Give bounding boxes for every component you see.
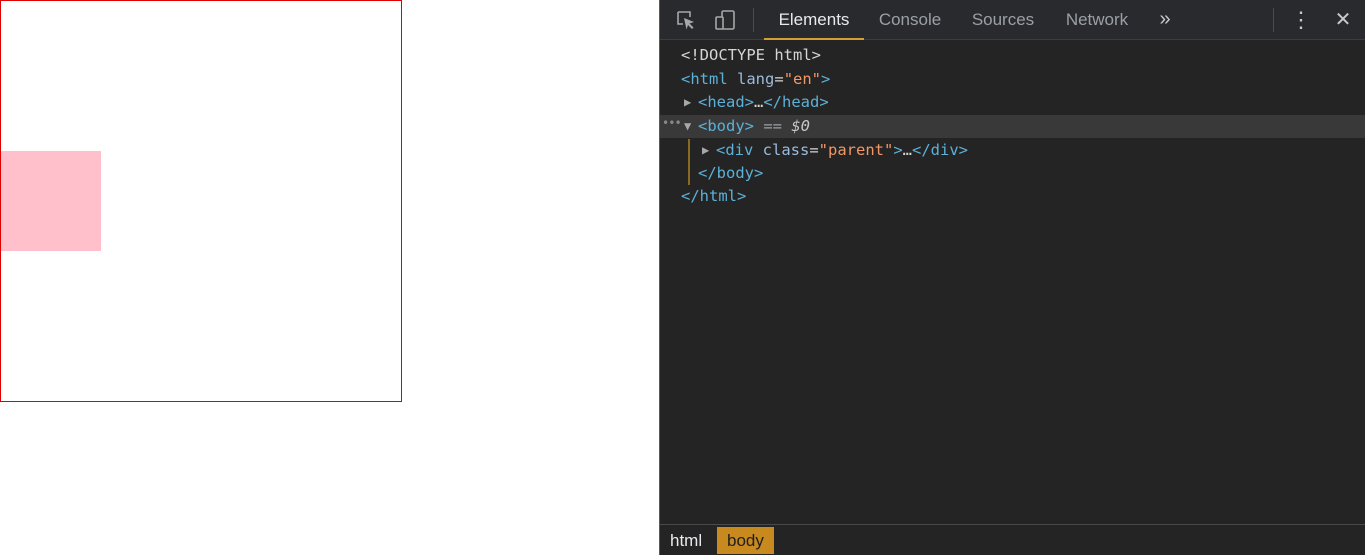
chevron-double-right-icon[interactable]: » (1150, 0, 1180, 40)
tab-elements[interactable]: Elements (764, 0, 864, 40)
device-toolbar-icon[interactable] (713, 8, 737, 32)
html-open-tag: <html lang="en"> (681, 70, 831, 88)
tab-console[interactable]: Console (870, 0, 950, 40)
selection-guide-line (688, 139, 690, 185)
html-close-tag: </html> (681, 187, 747, 205)
devtools-toolbar: Elements Console Sources Network » ⋮ ✕ (660, 0, 1365, 40)
doctype-text: <!DOCTYPE html> (681, 46, 821, 64)
kebab-menu-icon[interactable]: ⋮ (1286, 0, 1316, 40)
expand-triangle-icon[interactable]: ▶ (702, 139, 709, 162)
close-icon[interactable]: ✕ (1328, 0, 1358, 40)
collapse-triangle-icon[interactable]: ▼ (684, 115, 691, 138)
breadcrumb-html[interactable]: html (660, 527, 712, 554)
body-close-tag: </body> (698, 164, 764, 182)
devtools-panel: Elements Console Sources Network » ⋮ ✕ <… (659, 0, 1365, 555)
tree-row-head[interactable]: ▶ <head>…</head> (660, 91, 1365, 114)
page-viewport (0, 0, 659, 555)
toolbar-separator-right (1273, 8, 1274, 32)
tree-row-html-close[interactable]: </html> (660, 185, 1365, 208)
tree-row-body-selected[interactable]: ••• ▼ <body> == $0 (660, 115, 1365, 138)
tab-sources[interactable]: Sources (963, 0, 1043, 40)
breadcrumb: html body (660, 524, 1365, 555)
breadcrumb-body[interactable]: body (717, 527, 774, 554)
tree-row-div-parent[interactable]: ▶ <div class="parent">…</div> (660, 139, 1365, 162)
parent-box (0, 0, 402, 402)
body-open-tag: <body> == $0 (698, 117, 810, 135)
element-picker-icon[interactable] (674, 8, 698, 32)
tree-row-doctype[interactable]: <!DOCTYPE html> (660, 44, 1365, 67)
more-dots-icon[interactable]: ••• (662, 112, 682, 135)
pink-child-box (1, 151, 101, 251)
expand-triangle-icon[interactable]: ▶ (684, 91, 691, 114)
dom-tree: <!DOCTYPE html> <html lang="en"> ▶ <head… (660, 40, 1365, 524)
tree-row-html[interactable]: <html lang="en"> (660, 68, 1365, 91)
tree-row-body-close[interactable]: </body> (660, 162, 1365, 185)
head-tag: <head>…</head> (698, 93, 829, 111)
toolbar-separator (753, 8, 754, 32)
div-parent-tag: <div class="parent">…</div> (716, 141, 969, 159)
tab-network[interactable]: Network (1057, 0, 1137, 40)
